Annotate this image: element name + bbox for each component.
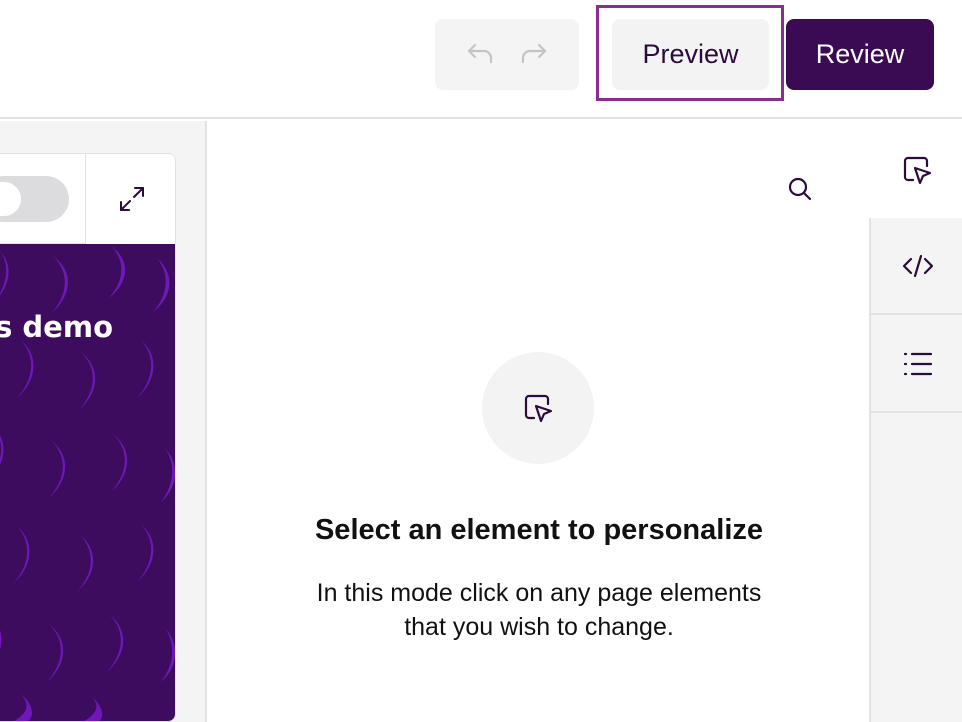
search-icon (788, 177, 812, 201)
expand-icon (119, 187, 144, 211)
preview-button[interactable]: Preview (612, 19, 769, 90)
personalize-panel: Select an element to personalize In this… (209, 121, 869, 722)
tab-select-element[interactable] (869, 121, 962, 218)
review-button[interactable]: Review (786, 19, 934, 90)
toggle-knob (0, 182, 21, 216)
undo-redo-group (435, 19, 579, 90)
device-preview-frame: s demo (0, 153, 176, 722)
cursor-select-icon (524, 394, 553, 423)
canvas-area: s demo (0, 121, 207, 722)
empty-desc-line-2: that you wish to change. (404, 613, 674, 641)
device-toggle[interactable] (0, 176, 69, 222)
tab-list[interactable] (871, 316, 962, 413)
cursor-select-icon (903, 156, 931, 184)
redo-icon[interactable] (518, 36, 550, 73)
empty-state-illustration (482, 352, 594, 464)
top-toolbar: Preview Review (0, 0, 962, 119)
device-toolbar (0, 154, 175, 244)
expand-button[interactable] (86, 154, 175, 244)
search-button[interactable] (784, 173, 816, 205)
hero-title[interactable]: s demo (0, 310, 175, 344)
empty-state-title: Select an element to personalize (314, 514, 764, 546)
empty-state-description: In this mode click on any page elements … (259, 576, 819, 644)
empty-desc-line-1: In this mode click on any page elements (316, 579, 762, 607)
list-icon (903, 352, 932, 375)
hero-banner[interactable]: s demo (0, 244, 175, 721)
tab-code[interactable] (871, 218, 962, 315)
undo-icon[interactable] (464, 36, 496, 73)
right-sidebar (869, 121, 962, 722)
code-icon (902, 254, 933, 277)
